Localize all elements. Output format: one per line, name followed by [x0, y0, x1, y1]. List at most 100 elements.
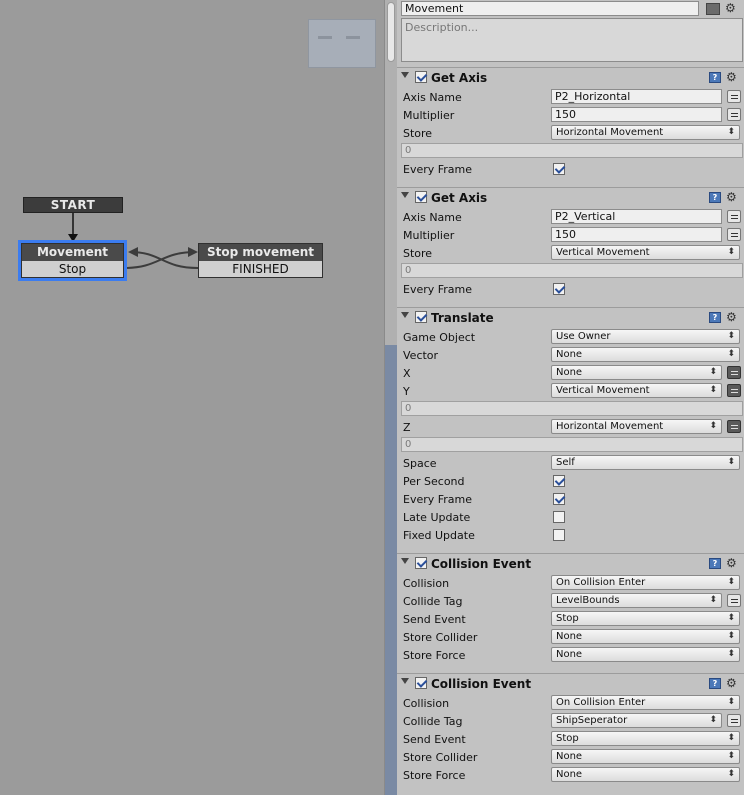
help-icon[interactable]: ?	[709, 72, 721, 83]
field-dropdown[interactable]: Self ⬍	[551, 455, 740, 470]
fsm-graph-canvas[interactable]: START Movement Stop Stop movement FINISH…	[0, 0, 384, 795]
action-enabled-checkbox[interactable]	[415, 311, 427, 323]
field-dropdown[interactable]: LevelBounds ⬍	[551, 593, 722, 608]
field-dropdown[interactable]: None ⬍	[551, 749, 740, 764]
action-title: Collision Event	[431, 557, 532, 571]
gear-icon[interactable]: ⚙	[726, 191, 737, 203]
action-header[interactable]: Collision Event? ⚙	[397, 554, 744, 572]
variable-toggle-button[interactable]	[727, 108, 741, 121]
dropdown-value: Self	[556, 457, 575, 468]
gear-icon[interactable]: ⚙	[725, 2, 736, 14]
variable-toggle-button[interactable]	[727, 420, 741, 433]
field-dropdown[interactable]: Horizontal Movement ⬍	[551, 419, 722, 434]
field-dropdown[interactable]: None ⬍	[551, 347, 740, 362]
gear-icon[interactable]: ⚙	[726, 557, 737, 569]
dropdown-arrow-icon: ⬍	[727, 649, 735, 659]
field-input[interactable]: 150	[551, 107, 722, 122]
variable-toggle-button[interactable]	[727, 228, 741, 241]
gear-icon[interactable]: ⚙	[726, 311, 737, 323]
action-enabled-checkbox[interactable]	[415, 71, 427, 83]
field-dropdown[interactable]: None ⬍	[551, 629, 740, 644]
field-input[interactable]: 150	[551, 227, 722, 242]
field-dropdown[interactable]: Stop ⬍	[551, 731, 740, 746]
action-enabled-checkbox[interactable]	[415, 677, 427, 689]
variable-toggle-button[interactable]	[727, 384, 741, 397]
action-header[interactable]: Get Axis? ⚙	[397, 188, 744, 206]
state-color-swatch[interactable]	[706, 3, 720, 15]
action-field-row: 0	[397, 400, 744, 418]
action-header[interactable]: Get Axis? ⚙	[397, 68, 744, 86]
action-enabled-checkbox[interactable]	[415, 191, 427, 203]
action-header[interactable]: Translate? ⚙	[397, 308, 744, 326]
help-icon[interactable]: ?	[709, 558, 721, 569]
field-dropdown[interactable]: Horizontal Movement ⬍	[551, 125, 740, 140]
variable-toggle-button[interactable]	[727, 366, 741, 379]
description-field[interactable]: Description...	[401, 18, 743, 62]
fold-arrow-icon[interactable]	[401, 312, 409, 318]
action-title: Collision Event	[431, 677, 532, 691]
action-field-row: Game Object Use Owner ⬍	[397, 328, 744, 346]
field-checkbox[interactable]	[553, 475, 565, 487]
scrollbar-thumb[interactable]	[387, 2, 395, 62]
help-icon[interactable]: ?	[709, 678, 721, 689]
field-checkbox[interactable]	[553, 529, 565, 541]
variable-toggle-button[interactable]	[727, 594, 741, 607]
field-dropdown[interactable]: None ⬍	[551, 767, 740, 782]
variable-toggle-button[interactable]	[727, 210, 741, 223]
dropdown-value: Horizontal Movement	[556, 127, 664, 138]
action-enabled-checkbox[interactable]	[415, 557, 427, 569]
stored-value-readout: 0	[401, 143, 743, 158]
dropdown-arrow-icon: ⬍	[727, 613, 735, 623]
action-field-row: Late Update	[397, 508, 744, 526]
fold-arrow-icon[interactable]	[401, 558, 409, 564]
gear-icon[interactable]: ⚙	[726, 677, 737, 689]
field-dropdown[interactable]: ShipSeperator ⬍	[551, 713, 722, 728]
field-input[interactable]: P2_Vertical	[551, 209, 722, 224]
fsm-editor-window: START Movement Stop Stop movement FINISH…	[0, 0, 744, 795]
action-field-row: 0	[397, 262, 744, 280]
state-transition-event[interactable]: FINISHED	[199, 261, 322, 277]
graph-scrollbar[interactable]	[384, 0, 397, 795]
action-field-row: Send Event Stop ⬍	[397, 610, 744, 628]
variable-toggle-button[interactable]	[727, 90, 741, 103]
action-field-row: Store Collider None ⬍	[397, 628, 744, 646]
action-field-row: Collide Tag ShipSeperator ⬍	[397, 712, 744, 730]
field-dropdown[interactable]: Vertical Movement ⬍	[551, 383, 722, 398]
field-checkbox[interactable]	[553, 283, 565, 295]
action-header[interactable]: Collision Event? ⚙	[397, 674, 744, 692]
fold-arrow-icon[interactable]	[401, 192, 409, 198]
action-field-row: Store Horizontal Movement ⬍	[397, 124, 744, 142]
field-dropdown[interactable]: Use Owner ⬍	[551, 329, 740, 344]
field-dropdown[interactable]: On Collision Enter ⬍	[551, 575, 740, 590]
field-checkbox[interactable]	[553, 511, 565, 523]
field-checkbox[interactable]	[553, 163, 565, 175]
stored-value-readout: 0	[401, 401, 743, 416]
help-icon[interactable]: ?	[709, 192, 721, 203]
field-dropdown[interactable]: Stop ⬍	[551, 611, 740, 626]
dropdown-value: None	[556, 349, 583, 360]
fold-arrow-icon[interactable]	[401, 678, 409, 684]
start-node[interactable]: START	[23, 197, 123, 213]
field-input[interactable]: P2_Horizontal	[551, 89, 722, 104]
field-dropdown[interactable]: None ⬍	[551, 647, 740, 662]
field-dropdown[interactable]: Vertical Movement ⬍	[551, 245, 740, 260]
field-checkbox[interactable]	[553, 493, 565, 505]
fold-arrow-icon[interactable]	[401, 72, 409, 78]
state-inspector-panel: Movement ⚙ Description... Get Axis? ⚙ Axis…	[397, 0, 744, 795]
stored-value-readout: 0	[401, 437, 743, 452]
dropdown-arrow-icon: ⬍	[727, 127, 735, 137]
help-icon[interactable]: ?	[709, 312, 721, 323]
action-field-row: Per Second	[397, 472, 744, 490]
action-title: Get Axis	[431, 191, 488, 205]
field-dropdown[interactable]: On Collision Enter ⬍	[551, 695, 740, 710]
field-dropdown[interactable]: None ⬍	[551, 365, 722, 380]
field-label: Game Object	[403, 331, 476, 344]
gear-icon[interactable]: ⚙	[726, 71, 737, 83]
state-name-field[interactable]: Movement	[401, 1, 699, 16]
state-transition-event[interactable]: Stop	[22, 261, 123, 277]
action-field-row: Collision On Collision Enter ⬍	[397, 694, 744, 712]
variable-toggle-button[interactable]	[727, 714, 741, 727]
state-node-movement[interactable]: Movement Stop	[18, 240, 127, 281]
state-node-stop-movement[interactable]: Stop movement FINISHED	[198, 243, 323, 278]
field-label: Axis Name	[403, 91, 462, 104]
